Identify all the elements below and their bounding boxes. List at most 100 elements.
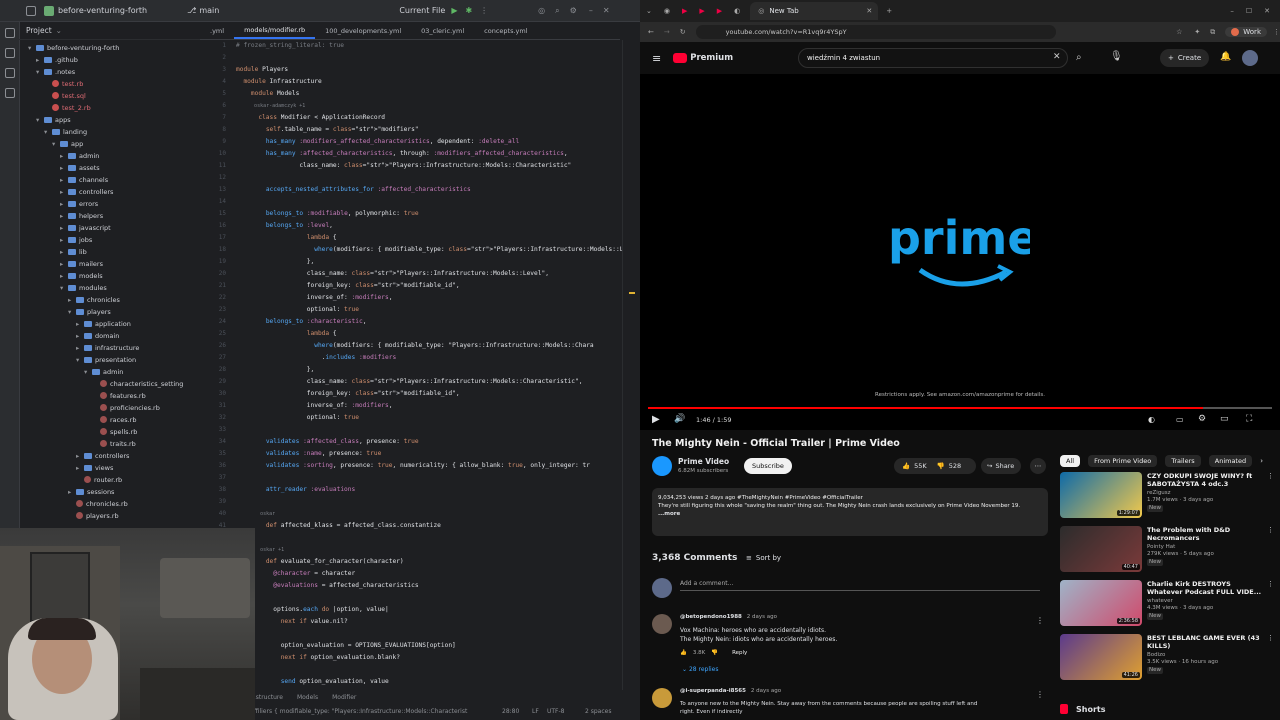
editor-scrollbar[interactable] (622, 40, 640, 690)
tree-item[interactable]: ▸ infrastructure (20, 342, 200, 354)
chevron-right-icon[interactable]: ▸ (68, 294, 76, 306)
tree-item[interactable]: ▾ presentation (20, 354, 200, 366)
chevron-right-icon[interactable]: ▸ (36, 54, 44, 66)
chevron-right-icon[interactable]: ▸ (60, 258, 68, 270)
tree-item[interactable]: ▸ chronicles (20, 294, 200, 306)
more-actions-button[interactable]: ⋯ (1030, 458, 1046, 474)
code-line[interactable]: option_evaluation = OPTIONS_EVALUATIONS[… (236, 640, 622, 652)
code-line[interactable]: def affected_klass = affected_class.cons… (236, 520, 622, 532)
run-config[interactable]: Current File (399, 6, 445, 15)
code-line[interactable]: self.table_name = class="str">"modifiers… (236, 124, 622, 136)
subscribe-button[interactable]: Subscribe (744, 458, 792, 474)
code-line[interactable] (236, 472, 622, 484)
avatar[interactable] (652, 614, 672, 634)
code-line[interactable]: optional: true (236, 304, 622, 316)
comment-author[interactable]: @i-superpanda-i8565 2 days ago (680, 688, 781, 694)
new-tab-icon[interactable]: + (886, 7, 892, 15)
tree-item[interactable]: ▸ admin (20, 150, 200, 162)
recommendation-item[interactable]: 41:26 BEST LEBLANC GAME EVER (43 KILLS) Bo… (1060, 634, 1275, 684)
chevron-right-icon[interactable]: ▸ (60, 210, 68, 222)
code-line[interactable]: def evaluate_for_character(character) (236, 556, 622, 568)
code-line[interactable] (236, 592, 622, 604)
chevron-down-icon[interactable]: ▾ (52, 138, 60, 150)
code-line[interactable]: module Players (236, 64, 622, 76)
branch-name[interactable]: main (199, 6, 219, 15)
chevron-right-icon[interactable]: ▸ (60, 162, 68, 174)
tree-item[interactable]: ▾ before-venturing-forth (20, 42, 200, 54)
tab-favicon-icon[interactable]: ◐ (734, 7, 740, 15)
hamburger-icon[interactable]: ≡ (652, 52, 661, 65)
tree-item[interactable]: spells.rb (20, 426, 200, 438)
add-comment-input[interactable]: Add a comment... (680, 580, 1040, 591)
warning-marker[interactable] (629, 292, 635, 294)
tree-item[interactable]: ▾ modules (20, 282, 200, 294)
indent[interactable]: 2 spaces (585, 708, 611, 715)
more-link[interactable]: ...more (658, 510, 1042, 518)
code-line[interactable] (236, 172, 622, 184)
tree-item[interactable]: ▸ errors (20, 198, 200, 210)
chevron-down-icon[interactable]: ▾ (84, 366, 92, 378)
microphone-icon[interactable]: 🎙 (1110, 51, 1123, 62)
code-line[interactable]: where(modifiers: { modifiable_type: "Pla… (236, 340, 622, 352)
project-name[interactable]: before-venturing-forth (58, 6, 147, 15)
tree-item[interactable]: ▸ channels (20, 174, 200, 186)
code-line[interactable]: validates :affected_class, presence: tru… (236, 436, 622, 448)
tree-item[interactable]: test.rb (20, 78, 200, 90)
breadcrumb-item[interactable]: Models (297, 694, 318, 701)
tree-item[interactable]: ▾ .notes (20, 66, 200, 78)
ai-icon[interactable]: ◎ (538, 6, 545, 15)
tree-item[interactable]: ▸ views (20, 462, 200, 474)
code-line[interactable]: lambda { (236, 328, 622, 340)
tree-item[interactable]: ▾ landing (20, 126, 200, 138)
avatar[interactable] (1242, 50, 1258, 66)
tree-item[interactable]: traits.rb (20, 438, 200, 450)
reload-icon[interactable]: ↻ (680, 28, 686, 36)
fullscreen-icon[interactable]: ⛶ (1246, 414, 1252, 424)
code-line[interactable]: }, (236, 256, 622, 268)
project-label[interactable]: Project (26, 26, 52, 35)
code-line[interactable]: options.each do |option, value| (236, 604, 622, 616)
code-line[interactable]: has_many :affected_characteristics, thro… (236, 148, 622, 160)
tree-item[interactable]: ▸ assets (20, 162, 200, 174)
chevron-right-icon[interactable]: ▸ (76, 462, 84, 474)
code-line[interactable] (236, 424, 622, 436)
debug-icon[interactable]: ✱ (465, 6, 472, 15)
like-icon[interactable]: 👍 (902, 462, 910, 470)
tab-menu-icon[interactable]: ⌄ (646, 7, 652, 15)
tree-item[interactable]: ▸ application (20, 318, 200, 330)
code-line[interactable]: .includes :modifiers (236, 352, 622, 364)
recommendation-menu-icon[interactable]: ⋮ (1267, 472, 1274, 480)
tree-item[interactable]: chronicles.rb (20, 498, 200, 510)
tree-item[interactable]: ▸ lib (20, 246, 200, 258)
chevron-down-icon[interactable]: ▾ (28, 42, 36, 54)
code-line[interactable]: class_name: class="str">"Players::Infras… (236, 160, 622, 172)
bookmark-star-icon[interactable]: ☆ (1176, 28, 1182, 36)
autoplay-toggle[interactable]: ◐ (1148, 415, 1155, 424)
code-line[interactable]: inverse_of: :modifiers, (236, 400, 622, 412)
tree-item[interactable]: router.rb (20, 474, 200, 486)
tab-favicon-icon[interactable]: ▶ (699, 7, 704, 15)
video-thumbnail[interactable]: 1:29:07 (1060, 472, 1142, 518)
youtube-logo[interactable] (673, 53, 688, 63)
avatar[interactable] (652, 688, 672, 708)
code-line[interactable]: foreign_key: class="str">"modifiable_id"… (236, 280, 622, 292)
recommendation-title[interactable]: CZY ODKUPI SWOJE WINY? ft SABOTAŻYSTA 4 … (1147, 472, 1267, 488)
tree-item[interactable]: ▸ jobs (20, 234, 200, 246)
chevron-down-icon[interactable]: ▾ (36, 66, 44, 78)
code-line[interactable]: # frozen_string_literal: true (236, 40, 622, 52)
cursor-position[interactable]: 28:80 (502, 708, 519, 715)
back-icon[interactable]: ← (648, 28, 654, 36)
video-thumbnail[interactable]: 40:47 (1060, 526, 1142, 572)
code-line[interactable]: has_many :modifiers_affected_characteris… (236, 136, 622, 148)
menu-icon[interactable]: ⋮ (1273, 28, 1280, 36)
tree-item[interactable]: ▸ sessions (20, 486, 200, 498)
settings-icon[interactable]: ⚙ (570, 6, 577, 15)
tree-item[interactable]: ▸ javascript (20, 222, 200, 234)
breadcrumb-item[interactable]: Modifier (332, 694, 356, 701)
close-tab-icon[interactable]: ✕ (866, 7, 872, 15)
chip-animated[interactable]: Animated (1208, 455, 1253, 467)
commit-icon[interactable] (5, 48, 15, 58)
chevron-right-icon[interactable]: ▸ (60, 222, 68, 234)
tree-item[interactable]: features.rb (20, 390, 200, 402)
tree-item[interactable]: races.rb (20, 414, 200, 426)
